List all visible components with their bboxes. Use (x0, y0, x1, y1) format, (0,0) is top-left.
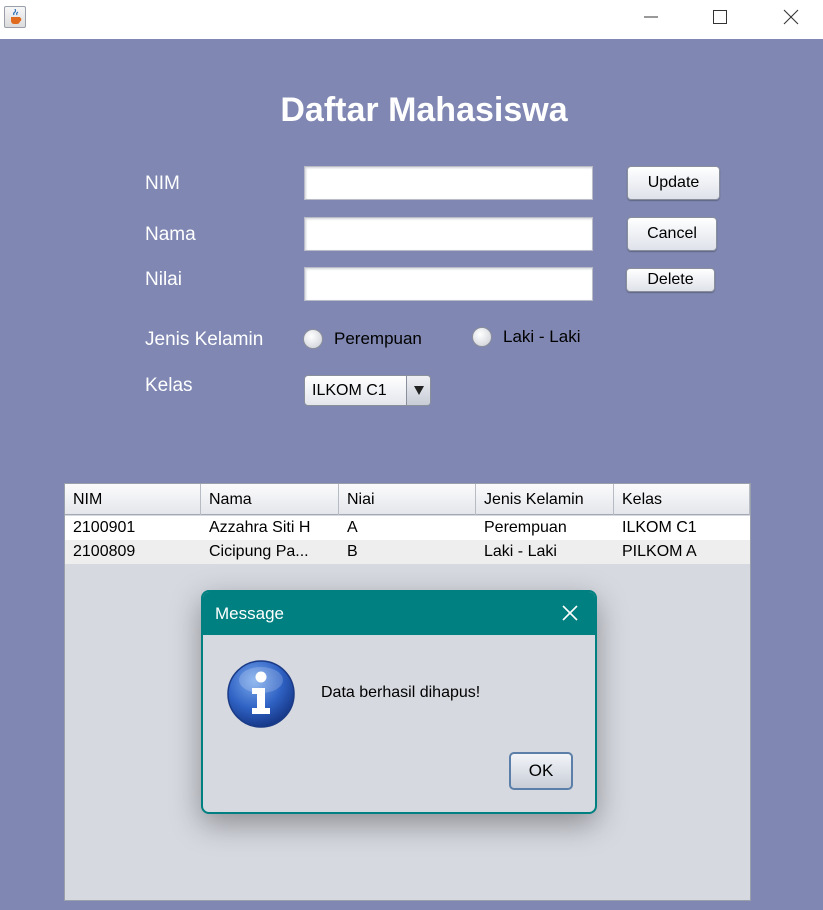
update-button[interactable]: Update (627, 166, 720, 200)
radio-circle[interactable] (303, 329, 323, 349)
nilai-label: Nilai (145, 269, 182, 290)
kelas-combobox[interactable]: ILKOM C1 (304, 375, 431, 406)
page-title: Daftar Mahasiswa (280, 91, 568, 129)
message-dialog: Message Data berhasil dihapus! OK (201, 590, 597, 814)
radio-perempuan[interactable]: Perempuan (303, 329, 422, 349)
column-header-kelas[interactable]: Kelas (614, 484, 750, 515)
info-icon (225, 658, 297, 735)
jenis-kelamin-label: Jenis Kelamin (145, 329, 264, 350)
cancel-button[interactable]: Cancel (627, 217, 717, 251)
nama-input[interactable] (304, 217, 593, 251)
close-button[interactable] (768, 0, 814, 34)
column-header-nim[interactable]: NIM (65, 484, 201, 515)
nama-label: Nama (145, 224, 196, 245)
close-icon (562, 605, 578, 621)
chevron-down-icon (413, 386, 424, 395)
table-row[interactable]: 2100901 Azzahra Siti H A Perempuan ILKOM… (65, 516, 750, 540)
close-icon (783, 9, 799, 25)
nim-label: NIM (145, 173, 180, 194)
cell-nim: 2100901 (73, 519, 136, 536)
nilai-input[interactable] (304, 267, 593, 301)
cell-nilai: B (347, 543, 358, 560)
radio-laki-laki[interactable]: Laki - Laki (472, 327, 580, 347)
cell-kelas: ILKOM C1 (622, 519, 697, 536)
dialog-close-button[interactable] (559, 602, 581, 624)
dialog-message: Data berhasil dihapus! (321, 684, 481, 701)
column-header-niai[interactable]: Niai (339, 484, 476, 515)
java-cup-icon (4, 6, 26, 28)
cell-nilai: A (347, 519, 358, 536)
dialog-title: Message (215, 604, 284, 623)
window-titlebar (0, 0, 823, 39)
nim-input[interactable] (304, 166, 593, 200)
radio-circle[interactable] (472, 327, 492, 347)
cell-jenis-kelamin: Perempuan (484, 519, 567, 536)
cell-nim: 2100809 (73, 543, 136, 560)
table-body: 2100901 Azzahra Siti H A Perempuan ILKOM… (65, 516, 750, 564)
dropdown-arrow-button[interactable] (406, 376, 430, 405)
minimize-button[interactable] (628, 0, 674, 34)
table-header: NIM Nama Niai Jenis Kelamin Kelas (65, 484, 750, 515)
cell-nama: Azzahra Siti H (209, 519, 311, 536)
dialog-titlebar: Message (203, 592, 595, 635)
maximize-icon (713, 10, 727, 24)
kelas-selected-value: ILKOM C1 (312, 381, 387, 399)
kelas-label: Kelas (145, 375, 193, 396)
cell-nama: Cicipung Pa... (209, 543, 309, 560)
column-header-nama[interactable]: Nama (201, 484, 339, 515)
column-header-jenis-kelamin[interactable]: Jenis Kelamin (476, 484, 614, 515)
minimize-icon (644, 16, 658, 18)
radio-perempuan-label: Perempuan (334, 329, 422, 348)
cell-kelas: PILKOM A (622, 543, 697, 560)
radio-laki-laki-label: Laki - Laki (503, 327, 581, 346)
cell-jenis-kelamin: Laki - Laki (484, 543, 557, 560)
table-row[interactable]: 2100809 Cicipung Pa... B Laki - Laki PIL… (65, 540, 750, 564)
ok-button[interactable]: OK (509, 752, 573, 790)
delete-button[interactable]: Delete (626, 268, 715, 292)
maximize-button[interactable] (697, 0, 743, 34)
